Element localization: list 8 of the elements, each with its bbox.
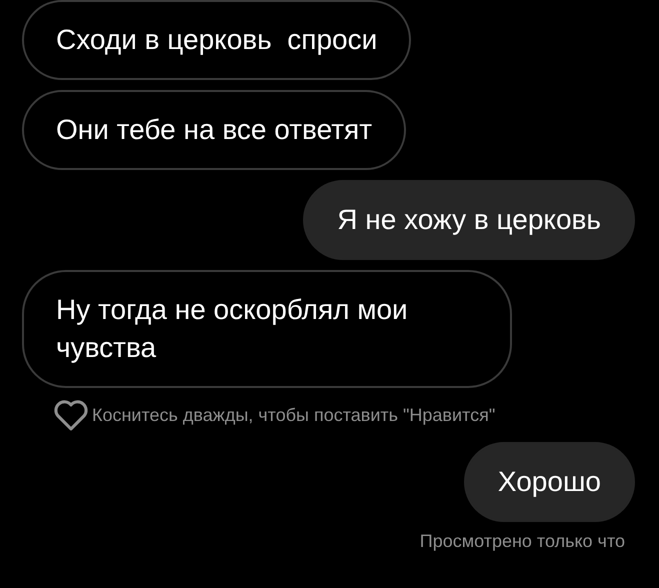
sent-message-bubble: Я не хожу в церковь [303, 180, 635, 260]
received-message-bubble: Ну тогда не оскорблял мои чувства [22, 270, 512, 388]
received-message-bubble: Сходи в церковь спроси [22, 0, 412, 80]
like-hint: Коснитесь дважды, чтобы поставить "Нравится" [92, 404, 496, 427]
seen-status: Просмотрено только что [420, 530, 625, 552]
received-message-bubble: Они тебе на все ответят [22, 90, 406, 170]
sent-message-bubble: Хорошо [464, 442, 635, 522]
heart-icon[interactable] [52, 398, 90, 432]
